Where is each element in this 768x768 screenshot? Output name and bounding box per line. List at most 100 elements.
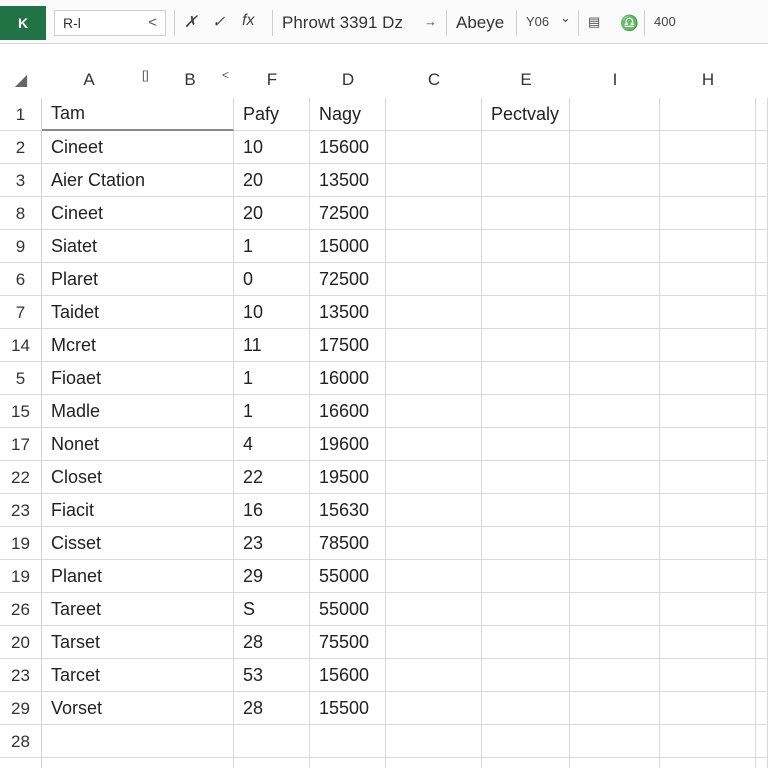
cell-d[interactable]: 78500: [310, 527, 386, 560]
cell-c[interactable]: [386, 659, 482, 692]
cell-a[interactable]: Closet: [42, 461, 234, 494]
cell-h[interactable]: [660, 362, 756, 395]
cell-x[interactable]: [756, 362, 768, 395]
cell-f[interactable]: 10: [234, 131, 310, 164]
cell-h[interactable]: [660, 131, 756, 164]
cell-c[interactable]: [386, 131, 482, 164]
cell-i[interactable]: [570, 692, 660, 725]
cell-d[interactable]: 16600: [310, 395, 386, 428]
cell-d[interactable]: Nagy: [310, 98, 386, 131]
cell-a[interactable]: Tarset: [42, 626, 234, 659]
cell-e[interactable]: [482, 197, 570, 230]
cell-d[interactable]: 15630: [310, 494, 386, 527]
cell-i[interactable]: [570, 593, 660, 626]
cell-c[interactable]: [386, 230, 482, 263]
cell-f[interactable]: 29: [234, 560, 310, 593]
row-number[interactable]: 19: [0, 560, 42, 593]
cell-a[interactable]: Plaret: [42, 263, 234, 296]
cell-c[interactable]: [386, 362, 482, 395]
row-number[interactable]: 7: [0, 296, 42, 329]
insert-function-icon[interactable]: fx: [242, 12, 254, 30]
cell-i[interactable]: [570, 527, 660, 560]
cell-x[interactable]: [756, 461, 768, 494]
cell-i[interactable]: [570, 230, 660, 263]
cell-i[interactable]: [570, 98, 660, 131]
cell-f[interactable]: 10: [234, 296, 310, 329]
cell-x[interactable]: [756, 659, 768, 692]
column-header-f[interactable]: F: [234, 62, 310, 98]
cell-e[interactable]: [482, 659, 570, 692]
cell-x[interactable]: [756, 626, 768, 659]
cell-i[interactable]: [570, 362, 660, 395]
cell-x[interactable]: [756, 230, 768, 263]
cell-a[interactable]: Taidet: [42, 296, 234, 329]
formula-bar-input[interactable]: Phrowt 3391 Dz: [282, 13, 403, 33]
column-header-c[interactable]: C: [386, 62, 482, 98]
cell-a[interactable]: Nonet: [42, 428, 234, 461]
cell-i[interactable]: [570, 428, 660, 461]
cell-h[interactable]: [660, 395, 756, 428]
cell-x[interactable]: [756, 263, 768, 296]
cell-f[interactable]: 53: [234, 659, 310, 692]
row-number[interactable]: 17: [0, 428, 42, 461]
cell-e[interactable]: Pectvaly: [482, 98, 570, 131]
row-number[interactable]: 21: [0, 758, 42, 768]
cell-d[interactable]: 13500: [310, 296, 386, 329]
cell-e[interactable]: [482, 725, 570, 758]
cell-h[interactable]: [660, 593, 756, 626]
row-number[interactable]: 14: [0, 329, 42, 362]
cell-c[interactable]: [386, 626, 482, 659]
column-header-a[interactable]: A: [42, 62, 136, 98]
cell-a[interactable]: Cineet: [42, 197, 234, 230]
row-number[interactable]: 26: [0, 593, 42, 626]
column-header-i[interactable]: I: [570, 62, 660, 98]
cell-x[interactable]: [756, 395, 768, 428]
cell-h[interactable]: [660, 296, 756, 329]
cell-e[interactable]: [482, 461, 570, 494]
cell-f[interactable]: 23: [234, 527, 310, 560]
cell-e[interactable]: [482, 758, 570, 768]
cell-h[interactable]: [660, 230, 756, 263]
cell-d[interactable]: 17500: [310, 329, 386, 362]
cell-e[interactable]: [482, 395, 570, 428]
cell-d[interactable]: 72500: [310, 263, 386, 296]
row-number[interactable]: 29: [0, 692, 42, 725]
cell-x[interactable]: [756, 329, 768, 362]
cell-i[interactable]: [570, 626, 660, 659]
cell-a[interactable]: Aier Ctation: [42, 164, 234, 197]
cell-e[interactable]: [482, 131, 570, 164]
cell-e[interactable]: [482, 362, 570, 395]
cancel-icon[interactable]: ✗: [184, 12, 197, 32]
cell-x[interactable]: [756, 164, 768, 197]
cell-i[interactable]: [570, 131, 660, 164]
enter-check-icon[interactable]: ✓: [212, 12, 225, 32]
row-number[interactable]: 1: [0, 98, 42, 131]
column-header-h[interactable]: H: [660, 62, 756, 98]
cell-a[interactable]: Siatet: [42, 230, 234, 263]
cell-e[interactable]: [482, 593, 570, 626]
cell-c[interactable]: [386, 494, 482, 527]
cell-i[interactable]: [570, 560, 660, 593]
cell-h[interactable]: [660, 98, 756, 131]
cell-i[interactable]: [570, 329, 660, 362]
cell-f[interactable]: 0: [234, 263, 310, 296]
cell-f[interactable]: 1: [234, 362, 310, 395]
cell-x[interactable]: [756, 560, 768, 593]
cell-i[interactable]: [570, 263, 660, 296]
cell-a[interactable]: Vorset: [42, 692, 234, 725]
cell-f[interactable]: 1: [234, 230, 310, 263]
cell-i[interactable]: [570, 659, 660, 692]
table-icon[interactable]: ▤: [588, 14, 600, 30]
cell-c[interactable]: [386, 164, 482, 197]
cell-f[interactable]: 28: [234, 692, 310, 725]
cell-d[interactable]: 72500: [310, 197, 386, 230]
cell-e[interactable]: [482, 626, 570, 659]
cell-d[interactable]: 75500: [310, 626, 386, 659]
cell-a[interactable]: Tarcet: [42, 659, 234, 692]
cell-x[interactable]: [756, 725, 768, 758]
cell-x[interactable]: [756, 527, 768, 560]
cell-d[interactable]: 15000: [310, 230, 386, 263]
cell-e[interactable]: [482, 329, 570, 362]
row-number[interactable]: 2: [0, 131, 42, 164]
cell-d[interactable]: 55000: [310, 593, 386, 626]
